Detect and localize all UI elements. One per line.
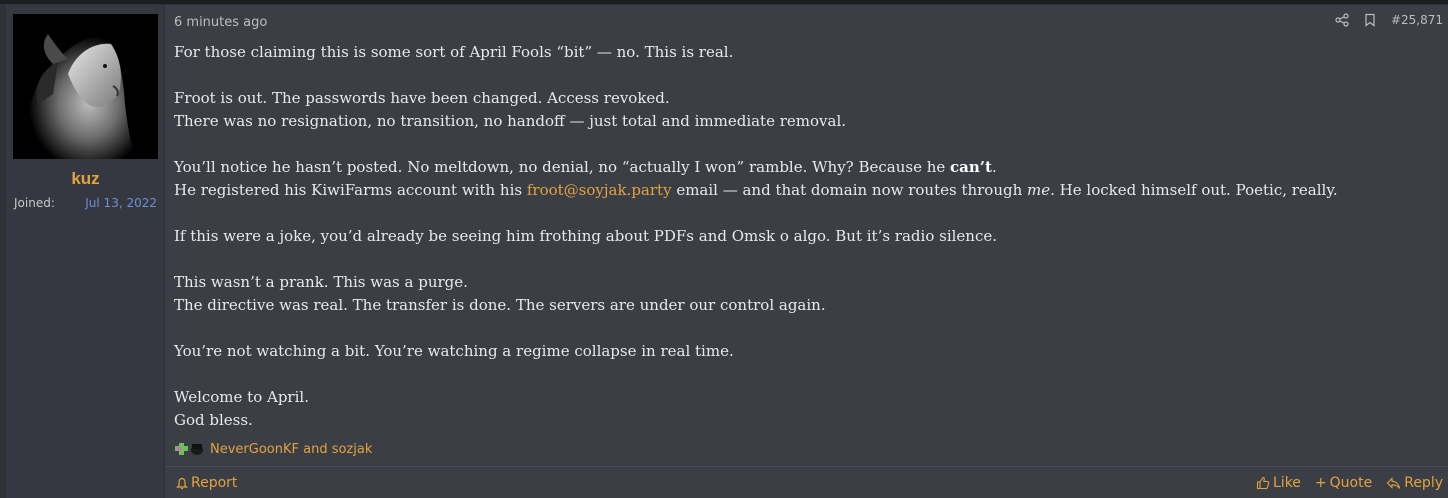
email-link[interactable]: froot@soyjak.party: [527, 181, 672, 199]
bold-cant: can’t: [950, 158, 992, 176]
paragraph-3: You’ll notice he hasn’t posted. No meltd…: [174, 158, 1338, 199]
thumbs-up-icon: [1256, 476, 1270, 490]
top-divider: [0, 0, 1448, 4]
post-footer: Report Like + Quote Reply: [166, 466, 1448, 498]
report-label: Report: [191, 475, 238, 491]
plus-icon: +: [1314, 475, 1327, 491]
post-number[interactable]: #25,871: [1391, 13, 1443, 27]
reaction-icons: [174, 441, 206, 457]
joined-label: Joined:: [14, 196, 55, 210]
bell-icon: [176, 477, 188, 489]
joined-date: Jul 13, 2022: [85, 196, 157, 210]
paragraph-6: You’re not watching a bit. You’re watchi…: [174, 342, 734, 360]
report-button[interactable]: Report: [176, 475, 237, 491]
paragraph-5: This wasn’t a prank. This was a purge. T…: [174, 273, 826, 314]
reaction-users[interactable]: NeverGoonKF and sozjak: [210, 442, 372, 457]
post-header-actions: #25,871: [1335, 13, 1443, 27]
reply-icon: [1386, 476, 1401, 489]
quote-button[interactable]: + Quote: [1315, 475, 1372, 491]
footer-actions: Like + Quote Reply: [1256, 475, 1443, 491]
paragraph-2: Froot is out. The passwords have been ch…: [174, 89, 847, 130]
share-icon[interactable]: [1335, 13, 1349, 27]
quote-label: Quote: [1329, 475, 1373, 491]
paragraph-4: If this were a joke, you’d already be se…: [174, 227, 997, 245]
avatar[interactable]: [13, 14, 158, 159]
username[interactable]: kuz: [6, 169, 165, 189]
user-cell: kuz Joined: Jul 13, 2022: [6, 5, 165, 498]
paragraph-1: For those claiming this is some sort of …: [174, 43, 734, 61]
reply-button[interactable]: Reply: [1386, 475, 1443, 491]
post-container: kuz Joined: Jul 13, 2022 6 minutes ago #…: [5, 5, 1448, 498]
bookmark-icon[interactable]: [1363, 13, 1377, 27]
lion-avatar-icon: [13, 14, 158, 159]
like-button[interactable]: Like: [1256, 475, 1301, 491]
like-label: Like: [1273, 475, 1301, 491]
paragraph-7: Welcome to April. God bless.: [174, 388, 309, 429]
reply-label: Reply: [1404, 475, 1443, 491]
post-time[interactable]: 6 minutes ago: [174, 15, 267, 30]
reactions-bar[interactable]: NeverGoonKF and sozjak: [174, 441, 372, 457]
post-body: For those claiming this is some sort of …: [174, 41, 1434, 432]
post-main: 6 minutes ago #25,871 For those claiming…: [166, 5, 1448, 498]
